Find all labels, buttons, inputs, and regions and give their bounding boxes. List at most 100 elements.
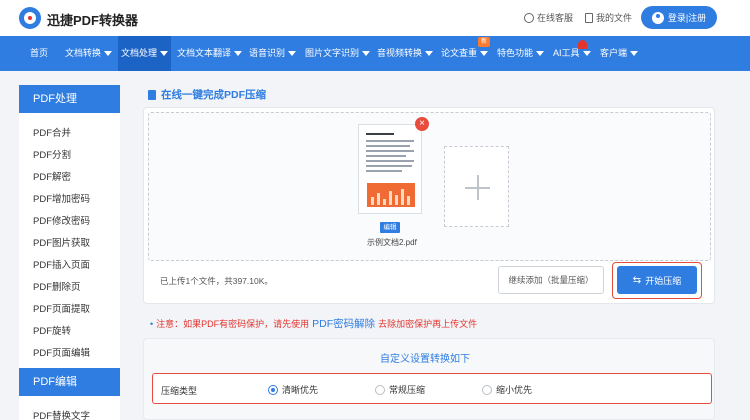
radio-label: 常规压缩 [389,385,426,395]
settings-title: 自定义设置转换如下 [380,354,470,365]
sidebar-item-pdf-rotate[interactable]: PDF旋转 [33,323,71,337]
my-files-label: 我的文件 [596,13,633,23]
sidebar-item-pdf-decrypt[interactable]: PDF解密 [33,169,71,183]
radio-circle [482,384,492,395]
brand-name[interactable]: 迅捷PDF转换器 [47,10,138,29]
sidebar-item-pdf-delete-page[interactable]: PDF删除页 [33,279,81,293]
caret-down-icon [630,51,639,57]
nav-item-home[interactable]: 首页 [30,36,48,71]
swap-icon: ⇆ [632,274,642,286]
file-name: 示例文档2.pdf [367,238,417,247]
thumb-line [366,133,394,135]
file-icon [585,12,593,23]
sidebar-item-pdf-extract-images[interactable]: PDF图片获取 [33,235,90,249]
nav-item-client[interactable]: 客户端 [600,36,639,71]
caret-down-icon [160,51,169,57]
sidebar-item-pdf-extract-page[interactable]: PDF页面提取 [33,301,90,315]
document-icon [148,89,156,100]
caret-down-icon [234,51,243,57]
nav-item-speech[interactable]: 语音识别 [249,36,297,71]
plus-icon-v [477,175,479,200]
radio-clarity-first[interactable]: 清晰优先 [268,383,318,396]
continue-add-button[interactable]: 继续添加（批量压缩） [498,266,604,294]
sidebar-section-pdf-process[interactable]: PDF处理 [19,85,120,113]
online-service-link[interactable]: 在线客服 [524,11,573,24]
nav-label: 文档处理 [121,48,158,58]
nav-label: 首页 [30,48,49,58]
sidebar-item-pdf-change-password[interactable]: PDF修改密码 [33,213,90,227]
thumb-line [366,145,410,147]
nav-item-doc-convert[interactable]: 文档转换 [65,36,113,71]
file-thumbnail[interactable] [358,124,422,214]
page-title: 在线一键完成PDF压缩 [148,87,266,102]
upload-status: 已上传1个文件，共397.10K。 [160,276,273,286]
compress-type-label: 压缩类型 [161,386,198,396]
edit-file-button[interactable]: 编辑 [380,222,400,233]
radio-circle [268,384,278,395]
nav-item-doc-process[interactable]: 文档处理 [118,36,172,71]
sidebar-item-pdf-replace-text[interactable]: PDF替换文字 [33,408,90,420]
pdf-unlock-link[interactable]: PDF密码解除 [312,316,375,331]
new-badge: 新 [478,37,490,47]
login-label: 登录|注册 [667,13,707,23]
radio-label: 清晰优先 [282,385,319,395]
sidebar-item-pdf-merge[interactable]: PDF合并 [33,125,71,139]
thumb-line [366,150,414,152]
nav-label: 论文查重 [441,48,478,58]
nav-label: 图片文字识别 [305,48,360,58]
notice-prefix: 注意：如果PDF有密码保护，请先使用 [156,319,310,329]
headset-icon [524,12,534,23]
caret-down-icon [362,51,371,57]
add-file-button[interactable] [444,146,509,227]
thumb-line [366,170,402,172]
start-compress-label: 开始压缩 [645,275,682,286]
sidebar: PDF处理 PDF合并 PDF分割 PDF解密 PDF增加密码 PDF修改密码 … [19,85,120,420]
nav-label: 文档文本翻译 [177,48,232,58]
bullet-icon: • [150,319,154,329]
my-files-link[interactable]: 我的文件 [585,11,632,24]
caret-down-icon [425,51,434,57]
nav-label: 语音识别 [249,48,286,58]
nav-label: 客户端 [600,48,628,58]
thumb-line [366,165,412,167]
nav-item-ocr[interactable]: 图片文字识别 [305,36,371,71]
sidebar-item-pdf-page-edit[interactable]: PDF页面编辑 [33,345,90,359]
top-header: 迅捷PDF转换器 在线客服 我的文件 登录|注册 [0,0,750,36]
sidebar-item-pdf-insert-page[interactable]: PDF插入页面 [33,257,90,271]
radio-circle [375,384,385,395]
login-register-button[interactable]: 登录|注册 [641,6,717,29]
password-notice: • 注意：如果PDF有密码保护，请先使用 PDF密码解除 去除加密保护再上传文件 [150,316,477,331]
nav-label: 音视频转换 [377,48,423,58]
notice-suffix: 去除加密保护再上传文件 [378,319,478,329]
sidebar-item-pdf-add-password[interactable]: PDF增加密码 [33,191,90,205]
brand-logo-icon[interactable] [19,7,41,29]
thumb-line [366,140,414,142]
thumb-chart-image [367,183,415,207]
ai-hot-icon [578,40,587,49]
radio-size-first[interactable]: 缩小优先 [482,383,532,396]
caret-down-icon [582,51,591,57]
remove-file-icon[interactable]: × [415,117,429,131]
caret-down-icon [536,51,545,57]
radio-normal-compress[interactable]: 常规压缩 [375,383,425,396]
nav-label: AI工具 [553,48,580,58]
file-drop-zone[interactable] [148,112,711,261]
nav-label: 文档转换 [65,48,102,58]
start-compress-button[interactable]: ⇆ 开始压缩 [617,266,697,294]
radio-label: 缩小优先 [496,385,533,395]
main-nav: 首页 文档转换 文档处理 文档文本翻译 语音识别 图片文字识别 音视频转换 论文… [0,36,750,71]
caret-down-icon [288,51,297,57]
page-title-text: 在线一键完成PDF压缩 [161,89,266,101]
user-icon [651,11,664,24]
nav-item-translate[interactable]: 文档文本翻译 [177,36,243,71]
nav-item-features[interactable]: 特色功能 [497,36,545,71]
caret-down-icon [104,51,113,57]
sidebar-item-pdf-split[interactable]: PDF分割 [33,147,71,161]
sidebar-section-pdf-edit[interactable]: PDF编辑 [19,368,120,396]
online-service-label: 在线客服 [537,13,574,23]
nav-label: 特色功能 [497,48,534,58]
compress-type-row [152,373,712,404]
nav-item-av-convert[interactable]: 音视频转换 [377,36,434,71]
thumb-line [366,155,406,157]
thumb-line [366,160,414,162]
